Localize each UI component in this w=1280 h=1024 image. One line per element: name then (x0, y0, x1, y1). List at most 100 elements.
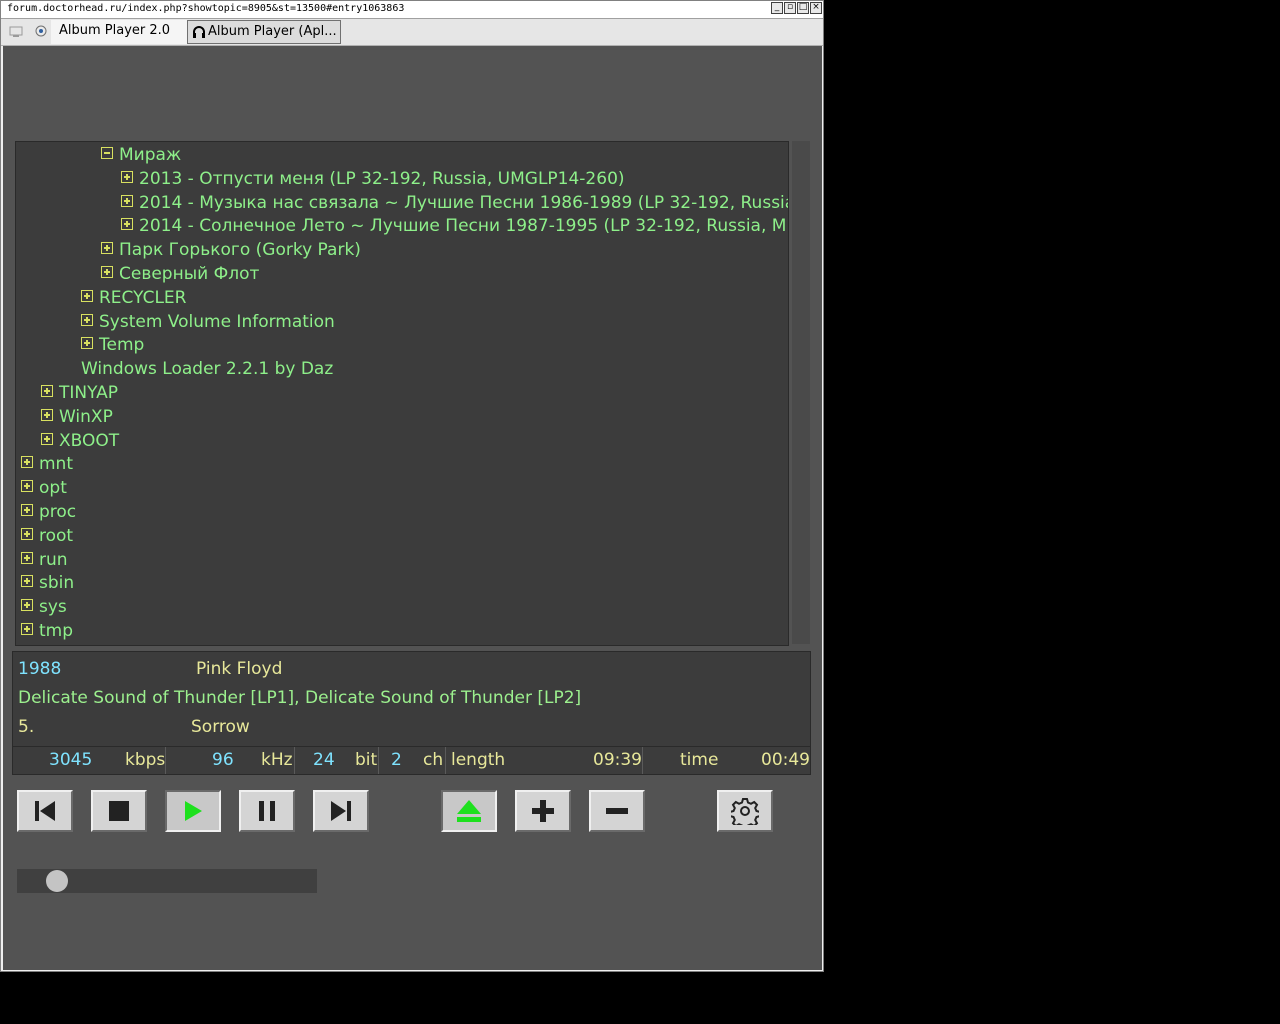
tree-row-label: System Volume Information (99, 311, 335, 332)
tab-bar: Album Player 2.0 Album Player (Apl... (1, 19, 823, 46)
tree-row-label: 2013 - Отпусти меня (LP 32-192, Russia, … (139, 168, 625, 189)
tree-row[interactable]: sbin (21, 571, 74, 595)
tree-row[interactable]: run (21, 548, 68, 572)
headphones-icon (193, 26, 205, 38)
tree-row-label: 2014 - Музыка нас связала ~ Лучшие Песни… (139, 192, 789, 213)
expand-icon[interactable] (81, 337, 93, 350)
bitdepth-value: 24 (313, 750, 335, 770)
tree-row[interactable]: mnt (21, 452, 73, 476)
expand-icon[interactable] (81, 313, 93, 326)
expand-icon[interactable] (41, 385, 53, 397)
folder-tree[interactable]: Мираж 2013 - Отпусти меня (LP 32-192, Rus… (15, 141, 789, 646)
tab-album-player-apl[interactable]: Album Player (Apl... (187, 20, 341, 44)
tree-row[interactable]: Парк Горького (Gorky Park) (101, 238, 361, 262)
tree-row[interactable]: Windows Loader 2.2.1 by Daz (81, 357, 333, 381)
expand-icon[interactable] (21, 599, 33, 612)
expand-icon[interactable] (41, 432, 53, 445)
tree-row[interactable]: RECYCLER (81, 286, 186, 310)
channels-unit: ch (423, 750, 444, 770)
restore-button[interactable]: ▫ (784, 2, 796, 14)
samplerate-value: 96 (212, 750, 234, 770)
tree-row[interactable]: proc (21, 500, 76, 524)
tree-row-label: RECYCLER (99, 287, 187, 308)
tree-row[interactable]: tmp (21, 619, 73, 643)
tree-row-label: root (39, 525, 74, 546)
next-icon (331, 801, 351, 821)
previous-icon (35, 801, 55, 821)
tree-row-label: tmp (39, 621, 74, 641)
track-album: Delicate Sound of Thunder [LP1], Delicat… (18, 688, 582, 708)
minimize-button[interactable]: _ (771, 2, 783, 14)
seek-slider-thumb[interactable] (46, 870, 68, 892)
tree-row[interactable]: 2014 - Музыка нас связала ~ Лучшие Песни… (121, 191, 789, 215)
expand-icon[interactable] (21, 551, 33, 564)
tree-row-label: sys (39, 597, 67, 618)
tree-row-label: 2014 - Солнечное Лето ~ Лучшие Песни 198… (139, 216, 789, 237)
tree-row[interactable]: sys (21, 595, 67, 619)
tree-row-label: proc (39, 502, 77, 522)
tree-row-label: mnt (39, 454, 73, 475)
stream-status-bar: 3045 kbps 96 kHz 24 bit 2 ch length 09:3… (12, 746, 811, 775)
tree-row[interactable]: Северный Флот (101, 262, 259, 286)
window-title: forum.doctorhead.ru/index.php?showtopic=… (7, 3, 405, 14)
expand-icon[interactable] (21, 480, 33, 493)
tree-row[interactable]: Мираж (101, 143, 181, 167)
previous-button[interactable] (17, 790, 73, 832)
expand-icon[interactable] (81, 289, 93, 302)
maximize-button[interactable]: □ (797, 2, 809, 14)
tree-row[interactable]: root (21, 524, 73, 548)
tab-label: Album Player 2.0 (59, 23, 171, 38)
expand-icon[interactable] (41, 408, 53, 421)
tree-row-label: Windows Loader 2.2.1 by Daz (81, 359, 334, 380)
page-icon (35, 25, 47, 37)
tree-row[interactable]: 2013 - Отпусти меня (LP 32-192, Russia, … (121, 167, 625, 191)
tree-row-label: Мираж (119, 145, 182, 165)
pause-icon (259, 801, 275, 821)
tab-album-player[interactable]: Album Player 2.0 (51, 20, 187, 44)
expand-icon[interactable] (101, 242, 113, 255)
track-year: 1988 (18, 659, 62, 679)
play-button[interactable] (165, 790, 221, 832)
eject-icon (457, 800, 481, 822)
tree-row[interactable]: WinXP (41, 405, 113, 429)
eject-button[interactable] (441, 790, 497, 832)
samplerate-unit: kHz (261, 750, 293, 770)
back-icon[interactable] (9, 24, 23, 38)
seek-slider[interactable] (17, 869, 317, 893)
expand-icon[interactable] (121, 170, 133, 183)
tree-row-label: XBOOT (59, 430, 120, 451)
close-button[interactable]: × (810, 2, 822, 14)
bitrate-unit: kbps (125, 750, 166, 770)
side-scroll-pane[interactable] (792, 141, 810, 644)
next-button[interactable] (313, 790, 369, 832)
tree-row[interactable]: 2014 - Солнечное Лето ~ Лучшие Песни 198… (121, 214, 789, 238)
tree-row-label: Парк Горького (Gorky Park) (119, 240, 361, 261)
minus-icon (606, 808, 628, 814)
tree-row[interactable]: opt (21, 476, 67, 500)
bitrate-value: 3045 (49, 750, 93, 770)
expand-icon[interactable] (21, 527, 33, 540)
browser-window: forum.doctorhead.ru/index.php?showtopic=… (0, 0, 824, 972)
title-bar: forum.doctorhead.ru/index.php?showtopic=… (1, 1, 823, 19)
expand-icon[interactable] (21, 575, 33, 588)
expand-icon[interactable] (21, 504, 33, 516)
play-icon (185, 801, 202, 821)
stop-button[interactable] (91, 790, 147, 832)
tree-row[interactable]: TINYAP (41, 381, 118, 405)
pause-button[interactable] (239, 790, 295, 832)
collapse-icon[interactable] (101, 147, 113, 159)
add-button[interactable] (515, 790, 571, 832)
stop-icon (109, 801, 129, 821)
track-title: Sorrow (191, 717, 250, 737)
tree-row[interactable]: XBOOT (41, 429, 119, 453)
expand-icon[interactable] (121, 194, 133, 207)
expand-icon[interactable] (101, 266, 113, 278)
settings-button[interactable] (717, 790, 773, 832)
tree-row-label: sbin (39, 573, 75, 594)
expand-icon[interactable] (121, 218, 133, 231)
expand-icon[interactable] (21, 456, 33, 469)
remove-button[interactable] (589, 790, 645, 832)
tree-row[interactable]: System Volume Information (81, 310, 335, 334)
expand-icon[interactable] (21, 623, 33, 635)
tree-row[interactable]: Temp (81, 333, 144, 357)
